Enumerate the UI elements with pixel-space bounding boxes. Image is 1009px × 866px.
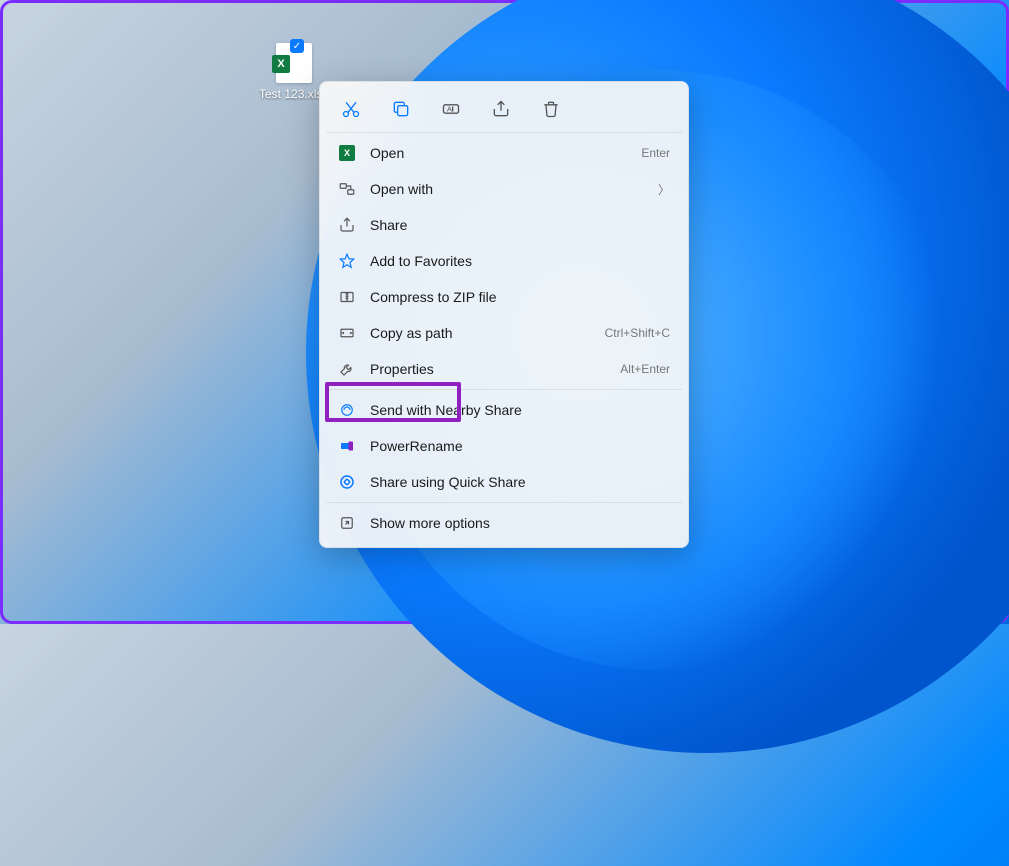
wrench-icon bbox=[338, 360, 356, 378]
menu-quickshare[interactable]: Share using Quick Share bbox=[326, 464, 682, 500]
cut-button[interactable] bbox=[340, 98, 362, 120]
menu-label: Show more options bbox=[370, 515, 670, 531]
quickshare-icon bbox=[338, 473, 356, 491]
divider bbox=[326, 502, 682, 503]
quick-action-row: A bbox=[326, 88, 682, 130]
menu-compress[interactable]: Compress to ZIP file bbox=[326, 279, 682, 315]
nearby-share-icon bbox=[338, 401, 356, 419]
menu-shortcut: Ctrl+Shift+C bbox=[605, 326, 670, 340]
menu-label: Compress to ZIP file bbox=[370, 289, 670, 305]
delete-button[interactable] bbox=[540, 98, 562, 120]
menu-nearby-share[interactable]: Send with Nearby Share bbox=[326, 392, 682, 428]
powerrename-icon bbox=[338, 437, 356, 455]
share-action-button[interactable] bbox=[490, 98, 512, 120]
menu-properties[interactable]: Properties Alt+Enter bbox=[326, 351, 682, 387]
cut-icon bbox=[341, 99, 361, 119]
chevron-right-icon: 〉 bbox=[658, 181, 670, 198]
menu-label: Add to Favorites bbox=[370, 253, 670, 269]
menu-label: Share bbox=[370, 217, 670, 233]
show-more-icon bbox=[338, 514, 356, 532]
file-label: Test 123.xlsx bbox=[259, 87, 323, 101]
copy-icon bbox=[391, 99, 411, 119]
divider bbox=[326, 132, 682, 133]
rename-button[interactable]: A bbox=[440, 98, 462, 120]
divider bbox=[326, 389, 682, 390]
menu-share[interactable]: Share bbox=[326, 207, 682, 243]
open-with-icon bbox=[338, 180, 356, 198]
menu-label: Send with Nearby Share bbox=[370, 402, 670, 418]
excel-file-icon: X ✓ bbox=[270, 41, 312, 83]
menu-label: Share using Quick Share bbox=[370, 474, 670, 490]
menu-open[interactable]: X Open Enter bbox=[326, 135, 682, 171]
menu-shortcut: Enter bbox=[641, 146, 670, 160]
menu-copy-path[interactable]: Copy as path Ctrl+Shift+C bbox=[326, 315, 682, 351]
rename-icon: A bbox=[441, 99, 461, 119]
copy-path-icon bbox=[338, 324, 356, 342]
svg-text:A: A bbox=[447, 105, 452, 114]
star-icon bbox=[338, 252, 356, 270]
menu-shortcut: Alt+Enter bbox=[620, 362, 670, 376]
delete-icon bbox=[541, 99, 561, 119]
zip-icon bbox=[338, 288, 356, 306]
context-menu: A X Open Enter Open with 〉 Share Add to … bbox=[319, 81, 689, 548]
desktop-file-icon[interactable]: X ✓ Test 123.xlsx bbox=[259, 41, 323, 101]
menu-label: PowerRename bbox=[370, 438, 670, 454]
menu-show-more[interactable]: Show more options bbox=[326, 505, 682, 541]
menu-label: Copy as path bbox=[370, 325, 605, 341]
share-menu-icon bbox=[338, 216, 356, 234]
menu-label: Properties bbox=[370, 361, 620, 377]
menu-label: Open with bbox=[370, 181, 658, 197]
menu-favorites[interactable]: Add to Favorites bbox=[326, 243, 682, 279]
share-icon bbox=[491, 99, 511, 119]
excel-icon: X bbox=[338, 144, 356, 162]
menu-open-with[interactable]: Open with 〉 bbox=[326, 171, 682, 207]
copy-button[interactable] bbox=[390, 98, 412, 120]
menu-powerrename[interactable]: PowerRename bbox=[326, 428, 682, 464]
menu-label: Open bbox=[370, 145, 641, 161]
